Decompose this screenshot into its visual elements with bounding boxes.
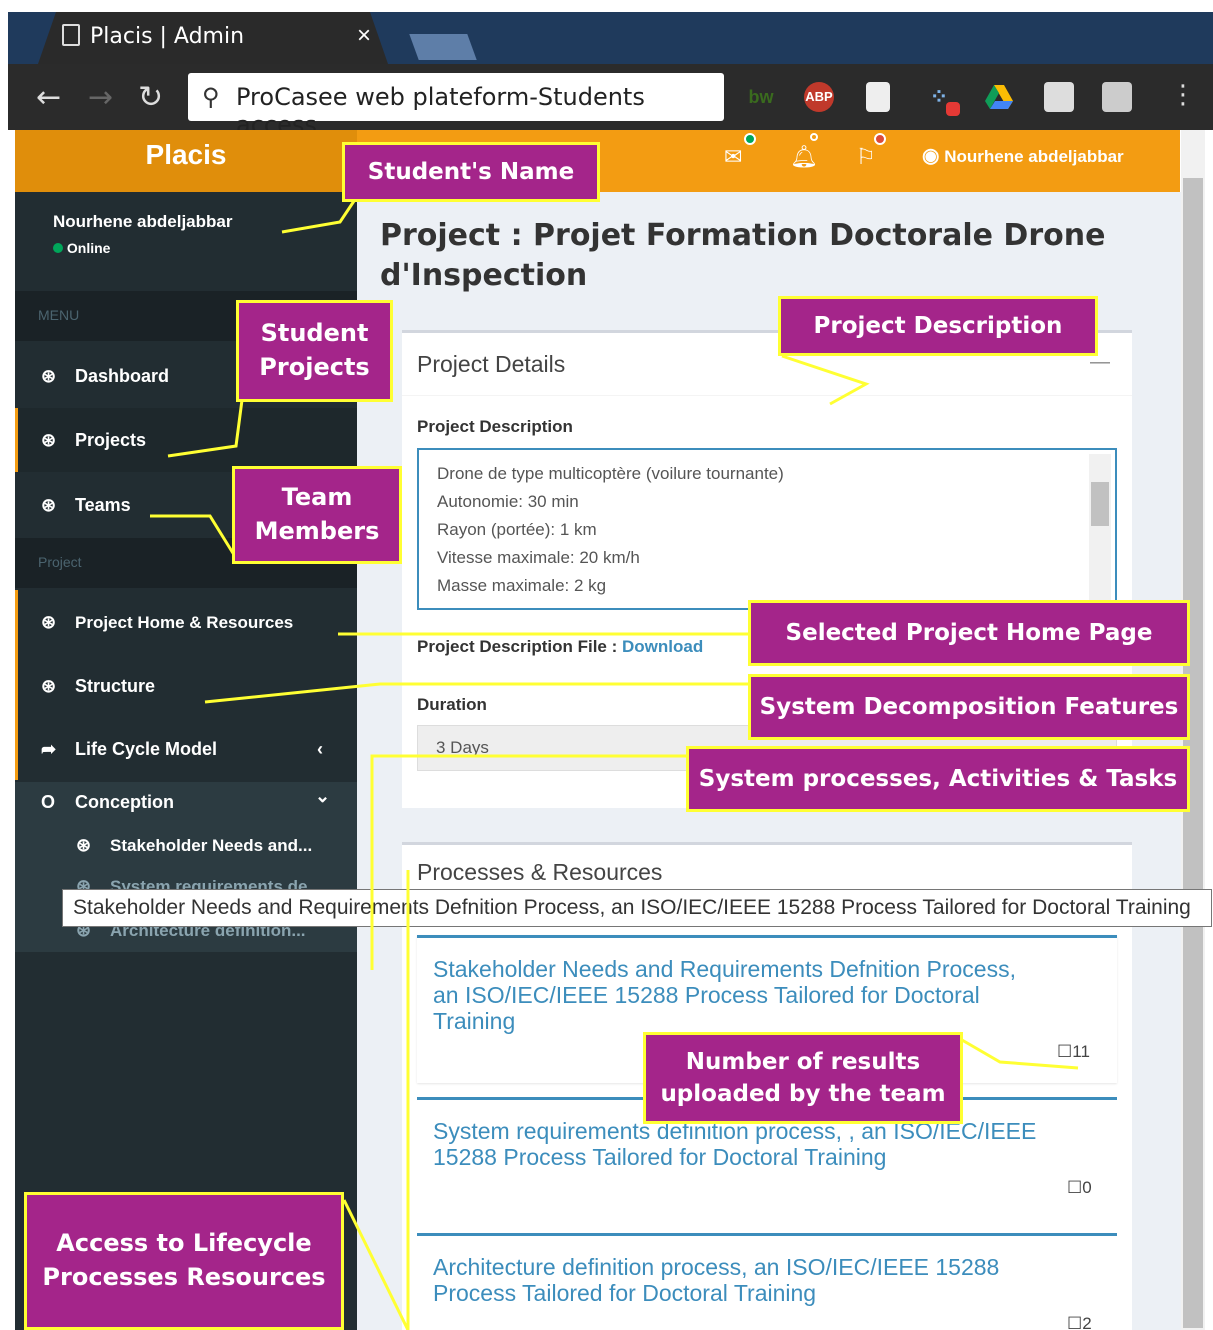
callout-processes: System processes, Activities & Tasks	[686, 746, 1190, 812]
callout-project-description: Project Description	[778, 296, 1098, 356]
callout-student-projects: Student Projects	[236, 300, 393, 402]
callout-selected-home: Selected Project Home Page	[748, 600, 1190, 666]
callout-team-members: Team Members	[232, 466, 402, 564]
callout-student-name: Student's Name	[342, 142, 600, 202]
callout-results: Number of results uploaded by the team	[643, 1032, 963, 1124]
callout-decomposition: System Decomposition Features	[748, 674, 1190, 740]
callout-lifecycle: Access to Lifecycle Processes Resources	[24, 1192, 344, 1330]
screenshot-frame: Placis | Admin × ← → ↻ ⚲ ProCasee web pl…	[0, 0, 1213, 1330]
